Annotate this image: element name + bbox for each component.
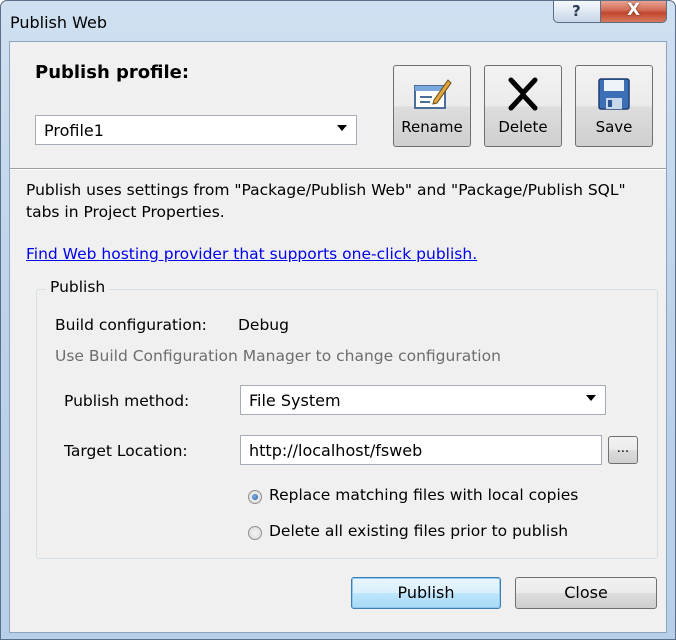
save-icon	[598, 78, 630, 110]
build-configuration-label: Build configuration:	[55, 316, 207, 334]
help-icon: ?	[572, 2, 581, 20]
help-button[interactable]: ?	[553, 1, 601, 23]
close-button[interactable]: Close	[515, 577, 657, 609]
save-button[interactable]: Save	[575, 65, 653, 147]
dropdown-arrow-icon	[586, 395, 596, 401]
rename-button-label: Rename	[401, 118, 463, 136]
title-bar[interactable]: Publish Web ? X	[1, 0, 675, 41]
window-title: Publish Web	[10, 13, 107, 32]
delete-existing-label[interactable]: Delete all existing files prior to publi…	[269, 522, 568, 540]
save-button-label: Save	[595, 118, 633, 136]
hosting-provider-link[interactable]: Find Web hosting provider that supports …	[26, 245, 477, 263]
target-location-input[interactable]: http://localhost/fsweb	[240, 435, 602, 465]
description-text: Publish uses settings from "Package/Publ…	[26, 181, 626, 221]
delete-button-label: Delete	[498, 118, 548, 136]
close-icon: X	[627, 0, 641, 20]
build-configuration-hint: Use Build Configuration Manager to chang…	[55, 347, 501, 365]
rename-icon	[414, 79, 452, 109]
publish-group-title: Publish	[46, 278, 110, 296]
dropdown-arrow-icon	[337, 125, 347, 131]
delete-existing-radio[interactable]	[248, 526, 262, 540]
browse-button[interactable]: ...	[608, 436, 638, 464]
profile-dropdown-value: Profile1	[44, 121, 104, 140]
publish-profile-label: Publish profile:	[35, 62, 190, 83]
publish-method-label: Publish method:	[64, 392, 190, 410]
replace-files-radio[interactable]	[248, 490, 262, 504]
publish-button[interactable]: Publish	[351, 577, 501, 609]
publish-method-dropdown[interactable]: File System	[240, 385, 606, 415]
target-location-label: Target Location:	[64, 442, 188, 460]
replace-files-label[interactable]: Replace matching files with local copies	[269, 486, 578, 504]
window-close-button[interactable]: X	[600, 0, 667, 23]
target-location-value: http://localhost/fsweb	[249, 441, 423, 460]
header-separator	[10, 168, 666, 170]
rename-button[interactable]: Rename	[393, 65, 471, 147]
build-configuration-value: Debug	[238, 316, 289, 334]
publish-web-dialog: Publish Web ? X Publish profile: Profile…	[0, 0, 676, 640]
profile-dropdown[interactable]: Profile1	[35, 115, 357, 145]
delete-button[interactable]: Delete	[484, 65, 562, 147]
delete-icon	[508, 77, 538, 111]
dialog-client-area: Publish profile: Profile1 Rename Delete	[9, 41, 667, 633]
publish-method-value: File System	[249, 391, 341, 410]
